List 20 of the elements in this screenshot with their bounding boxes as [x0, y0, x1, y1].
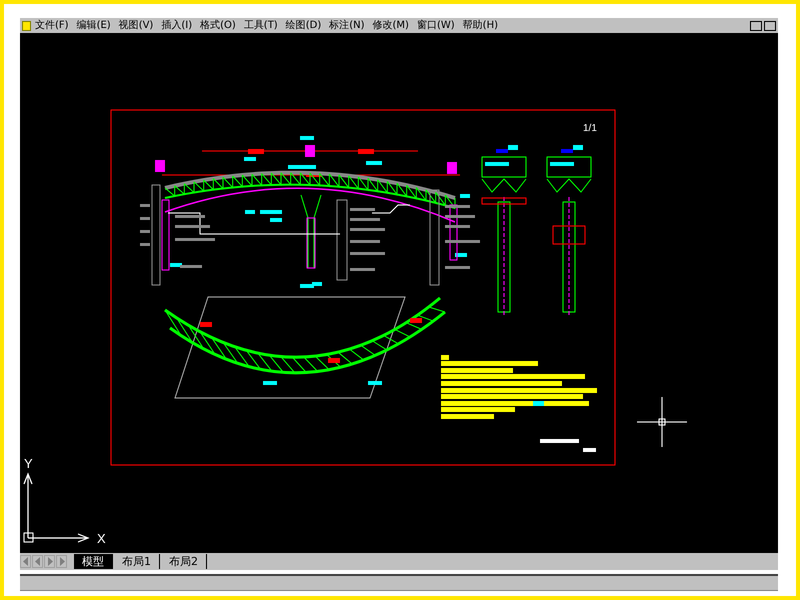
- layout-tab[interactable]: 模型: [74, 554, 113, 569]
- axis-label: Y: [24, 456, 33, 471]
- ucs-axes-icon: [23, 472, 90, 543]
- menu-item[interactable]: 文件(F): [35, 19, 69, 32]
- menu-item[interactable]: 帮助(H): [462, 19, 498, 32]
- menu-item[interactable]: 绘图(D): [286, 19, 322, 32]
- sheet-number: 1/1: [583, 123, 597, 134]
- menu-item[interactable]: 标注(N): [329, 19, 365, 32]
- menu-item[interactable]: 插入(I): [161, 19, 192, 32]
- restore-button[interactable]: [764, 20, 776, 30]
- crosshair-cursor-icon: [636, 396, 688, 448]
- menu-item[interactable]: 格式(O): [200, 19, 236, 32]
- menu-item[interactable]: 修改(M): [372, 19, 409, 32]
- menu-item[interactable]: 工具(T): [244, 19, 278, 32]
- axis-label: X: [97, 531, 106, 546]
- minimize-button[interactable]: [750, 20, 762, 30]
- menu-item[interactable]: 窗口(W): [416, 19, 455, 32]
- menu-item[interactable]: 编辑(E): [76, 19, 111, 32]
- document-icon: [22, 20, 31, 30]
- menu-item[interactable]: 视图(V): [118, 19, 154, 32]
